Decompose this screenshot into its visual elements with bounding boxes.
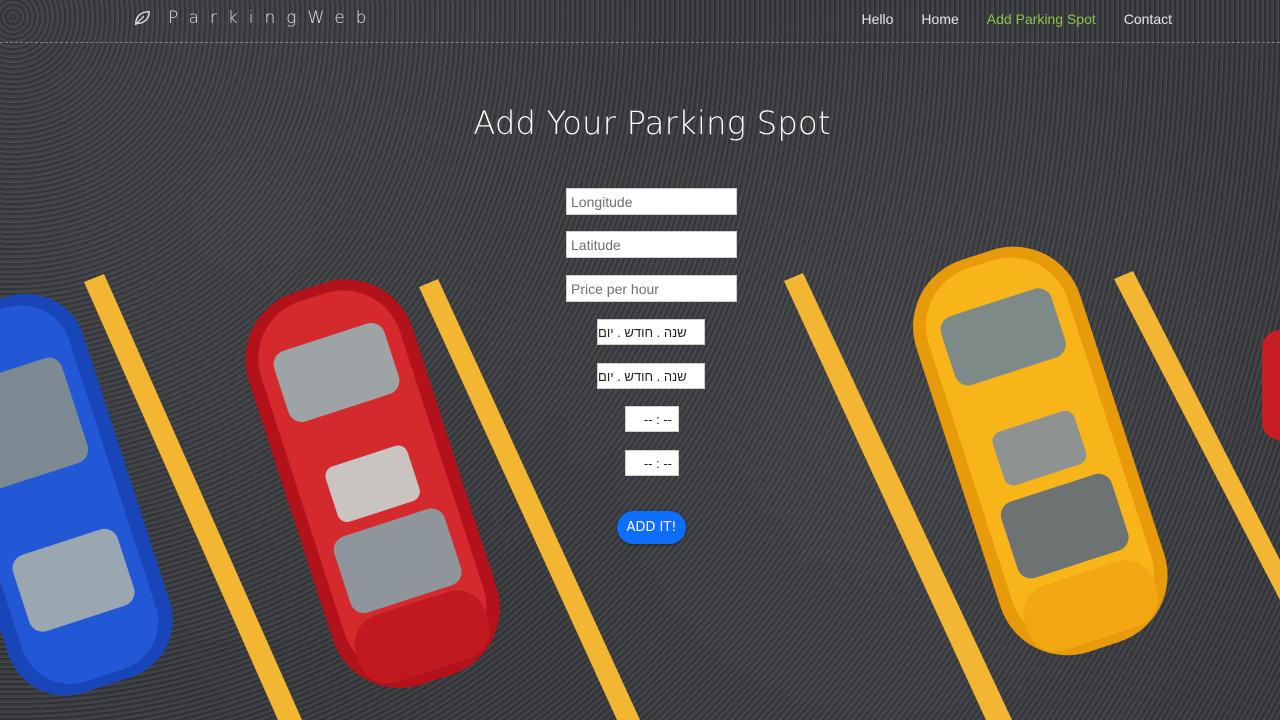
brand-name: ParkingWeb [168, 8, 378, 28]
start-date-input[interactable]: שנה . חודש . יום [597, 319, 705, 345]
latitude-input[interactable] [566, 231, 737, 258]
nav-item-home[interactable]: Home [921, 11, 958, 27]
add-it-button[interactable]: ADD IT! [617, 511, 686, 544]
red-car [245, 279, 500, 689]
nav-menu: Hello Home Add Parking Spot Contact [834, 11, 1172, 27]
nav-item-add-parking-spot[interactable]: Add Parking Spot [987, 11, 1096, 27]
end-date-input[interactable]: שנה . חודש . יום [597, 363, 705, 389]
page-title: Add Your Parking Spot [473, 104, 831, 142]
nav-item-contact[interactable]: Contact [1124, 11, 1172, 27]
blue-car [0, 293, 173, 696]
navbar: ParkingWeb Hello Home Add Parking Spot C… [0, 0, 1280, 43]
end-time-input[interactable]: -- : -- [625, 450, 679, 476]
longitude-input[interactable] [566, 188, 737, 215]
leaf-icon [134, 10, 150, 26]
price-per-hour-input[interactable] [566, 275, 737, 302]
brand[interactable]: ParkingWeb [133, 8, 378, 28]
red-car-edge [1262, 330, 1280, 440]
start-time-input[interactable]: -- : -- [625, 406, 679, 432]
nav-item-hello[interactable]: Hello [862, 11, 894, 27]
